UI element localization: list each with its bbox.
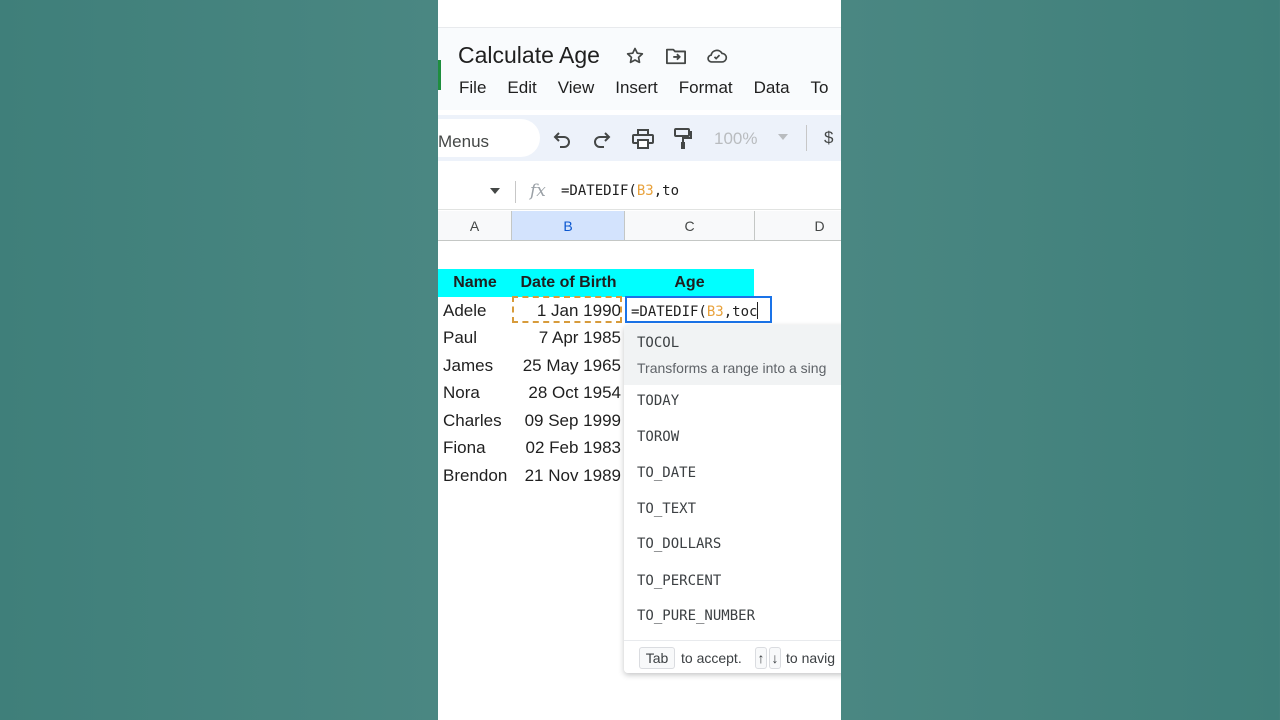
cell-dob[interactable]: 09 Sep 1999 [513, 407, 621, 434]
sheets-logo-edge [438, 60, 441, 90]
cell-dob[interactable]: 25 May 1965 [513, 352, 621, 379]
tab-key-hint: Tab [639, 647, 675, 669]
header-name[interactable]: Name [438, 269, 512, 297]
formula-input[interactable]: =DATEDIF(B3,to [561, 183, 679, 199]
name-box-dropdown-icon[interactable] [490, 188, 500, 194]
cell-dob[interactable]: 21 Nov 1989 [513, 462, 621, 489]
background-right [841, 0, 1279, 720]
cell-dob[interactable]: 02 Feb 1983 [513, 434, 621, 461]
suggestion-item[interactable]: TO_DOLLARS [637, 536, 721, 552]
toolbar-divider [806, 125, 807, 151]
column-header-d[interactable]: D [755, 211, 841, 240]
background-left [0, 0, 438, 720]
document-title[interactable]: Calculate Age [458, 42, 600, 69]
header-date-of-birth[interactable]: Date of Birth [512, 269, 625, 297]
fx-icon: fx [530, 181, 546, 201]
header-age[interactable]: Age [625, 269, 754, 297]
suggestion-item[interactable]: TO_DATE [637, 465, 696, 481]
suggestion-item[interactable]: TO_TEXT [637, 501, 696, 517]
text-cursor [757, 302, 759, 319]
cell-name[interactable]: Charles [443, 407, 513, 434]
print-icon[interactable] [631, 127, 655, 151]
table-header-row: Name Date of Birth Age [438, 269, 754, 297]
zoom-select[interactable]: 100% [714, 129, 757, 149]
menu-data[interactable]: Data [754, 78, 790, 98]
column-headers: A B C D [438, 211, 841, 241]
referenced-cell-highlight [512, 296, 622, 323]
suggestion-footer: Tab to accept. ↑ ↓ to navig [624, 640, 841, 673]
chevron-down-icon [778, 134, 788, 140]
cell-name[interactable]: Paul [443, 324, 513, 351]
cell-editor[interactable]: =DATEDIF(B3,toc [625, 296, 772, 323]
suggestion-item[interactable]: TOROW [637, 429, 679, 445]
cell-dob[interactable]: 28 Oct 1954 [513, 379, 621, 406]
suggestion-item[interactable]: TODAY [637, 393, 679, 409]
paint-format-icon[interactable] [671, 127, 695, 151]
menu-file[interactable]: File [459, 78, 486, 98]
search-menus[interactable]: Menus [438, 119, 540, 157]
cell-name[interactable]: James [443, 352, 513, 379]
suggestion-description: Transforms a range into a sing [637, 360, 827, 376]
suggestion-highlight[interactable] [624, 325, 841, 385]
menu-bar: File Edit View Insert Format Data To [459, 78, 841, 98]
suggestion-item[interactable]: TOCOL [637, 335, 679, 351]
move-folder-icon[interactable] [665, 45, 687, 67]
undo-icon[interactable] [550, 127, 574, 151]
cell-name[interactable]: Adele [443, 297, 513, 324]
cell-name[interactable]: Brendon [443, 462, 513, 489]
cell-name[interactable]: Fiona [443, 434, 513, 461]
accept-hint: to accept. [681, 650, 742, 666]
menu-insert[interactable]: Insert [615, 78, 658, 98]
menu-format[interactable]: Format [679, 78, 733, 98]
column-header-b[interactable]: B [512, 211, 625, 240]
status-area [438, 0, 841, 28]
currency-format-button[interactable]: $ [824, 128, 833, 148]
menu-tools[interactable]: To [811, 78, 829, 98]
cell-dob[interactable]: 7 Apr 1985 [513, 324, 621, 351]
suggestion-item[interactable]: TO_PERCENT [637, 573, 721, 589]
column-header-c[interactable]: C [625, 211, 755, 240]
search-menus-label: Menus [438, 132, 490, 151]
menu-edit[interactable]: Edit [507, 78, 536, 98]
arrow-down-icon: ↓ [769, 647, 781, 669]
navigate-hint: to navig [786, 650, 836, 666]
column-header-a[interactable]: A [438, 211, 512, 240]
arrow-up-icon: ↑ [755, 647, 767, 669]
function-suggestions: TOCOL Transforms a range into a sing TOD… [624, 325, 841, 673]
toolbar: Menus 100% $ [438, 115, 841, 161]
cell-name[interactable]: Nora [443, 379, 513, 406]
cloud-saved-icon[interactable] [706, 45, 728, 67]
suggestion-item[interactable]: TO_PURE_NUMBER [637, 608, 755, 624]
formula-bar: fx =DATEDIF(B3,to [438, 172, 841, 210]
formula-bar-divider [515, 181, 516, 203]
redo-icon[interactable] [590, 127, 614, 151]
menu-view[interactable]: View [558, 78, 595, 98]
star-icon[interactable] [624, 45, 646, 67]
sheets-app: Calculate Age File Edit View Insert Form… [438, 0, 841, 720]
